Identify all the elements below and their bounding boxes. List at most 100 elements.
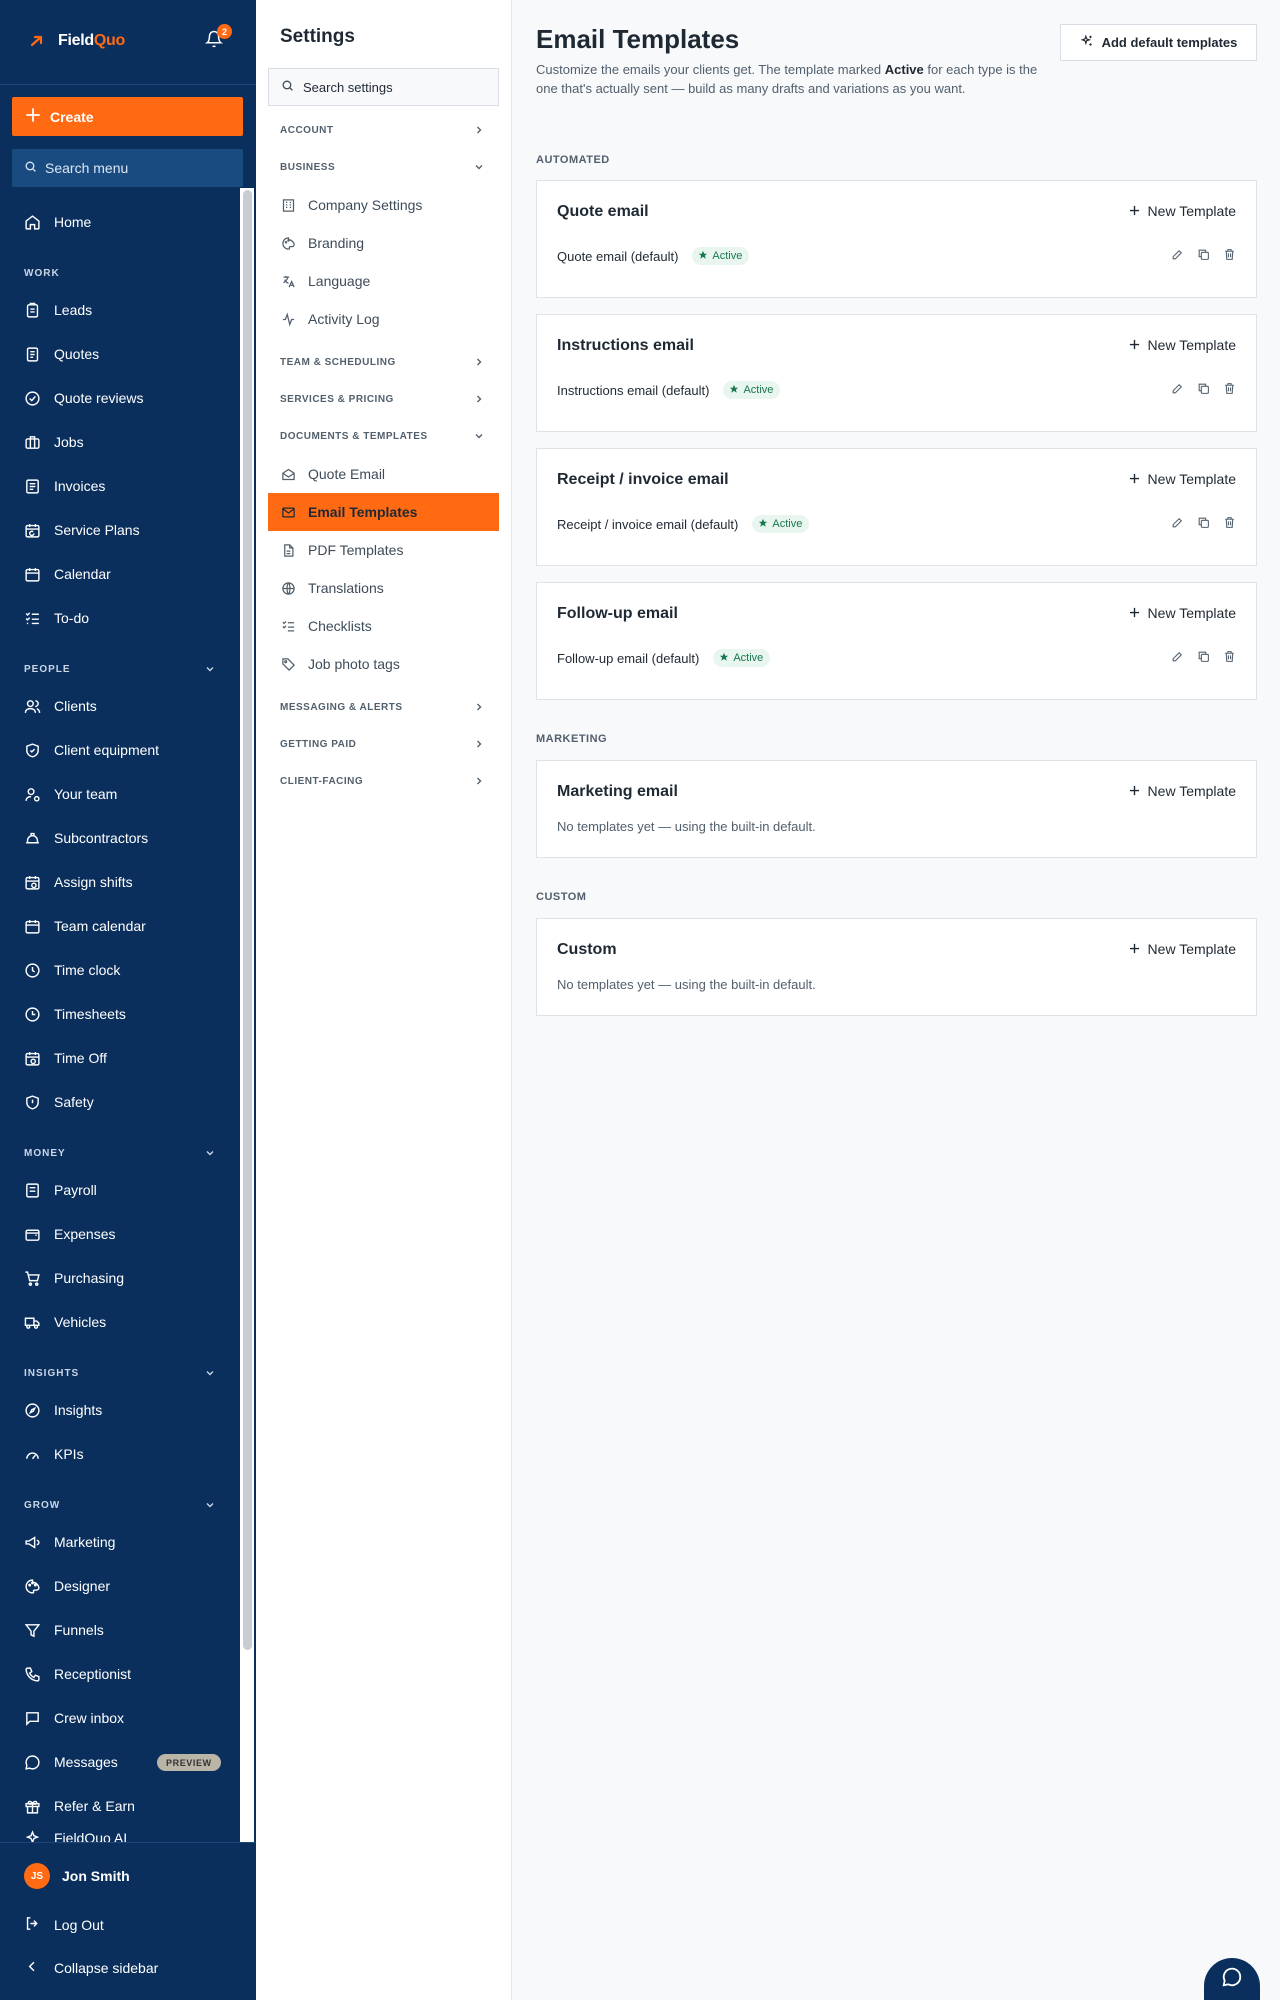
nav-item-time-off[interactable]: Time Off xyxy=(0,1036,240,1080)
nav-item-jobs[interactable]: Jobs xyxy=(0,420,240,464)
nav-item-receptionist[interactable]: Receptionist xyxy=(0,1652,240,1696)
nav-item-subcontractors[interactable]: Subcontractors xyxy=(0,816,240,860)
nav-item-leads[interactable]: Leads xyxy=(0,288,240,332)
nav-section-money[interactable]: MONEY xyxy=(0,1124,240,1168)
template-card-marketing-email: Marketing email New Template No template… xyxy=(536,760,1257,858)
edit-icon[interactable] xyxy=(1170,247,1184,261)
nav-item-funnels[interactable]: Funnels xyxy=(0,1608,240,1652)
new-template-button[interactable]: New Template xyxy=(1129,605,1236,621)
edit-icon[interactable] xyxy=(1170,381,1184,395)
nav-item-safety[interactable]: Safety xyxy=(0,1080,240,1124)
settings-search[interactable] xyxy=(268,68,499,106)
settings-group-getting-paid[interactable]: GETTING PAID xyxy=(268,726,499,763)
brand-logo[interactable]: FieldQuo xyxy=(24,28,125,54)
nav-item-invoices[interactable]: Invoices xyxy=(0,464,240,508)
settings-item-company-settings[interactable]: Company Settings xyxy=(268,186,499,224)
search-menu-input[interactable]: Search menu xyxy=(12,149,243,187)
settings-item-activity-log[interactable]: Activity Log xyxy=(268,300,499,338)
nav-item-home[interactable]: Home xyxy=(0,200,240,244)
trash-icon[interactable] xyxy=(1222,649,1236,663)
nav-item-calendar[interactable]: Calendar xyxy=(0,552,240,596)
nav-item-quotes[interactable]: Quotes xyxy=(0,332,240,376)
nav-section-people[interactable]: PEOPLE xyxy=(0,640,240,684)
nav-section-grow[interactable]: GROW xyxy=(0,1476,240,1520)
template-actions xyxy=(1170,381,1236,395)
settings-item-email-templates[interactable]: Email Templates xyxy=(268,493,499,531)
nav-item-label: Timesheets xyxy=(54,1006,126,1022)
settings-group-client-facing[interactable]: CLIENT-FACING xyxy=(268,763,499,800)
nav-section-insights[interactable]: INSIGHTS xyxy=(0,1344,240,1388)
template-row[interactable]: Quote email (default) Active xyxy=(557,247,750,265)
copy-icon[interactable] xyxy=(1196,649,1210,663)
settings-group-documents-templates[interactable]: DOCUMENTS & TEMPLATES xyxy=(268,418,499,455)
sidebar-scrollbar-thumb[interactable] xyxy=(243,190,252,1650)
collapse-sidebar-button[interactable]: Collapse sidebar xyxy=(24,1958,158,1978)
new-template-button[interactable]: New Template xyxy=(1129,783,1236,799)
nav-item-clients[interactable]: Clients xyxy=(0,684,240,728)
edit-icon[interactable] xyxy=(1170,515,1184,529)
nav-item-timesheets[interactable]: Timesheets xyxy=(0,992,240,1036)
page-title: Email Templates xyxy=(536,24,740,54)
template-actions xyxy=(1170,515,1236,529)
settings-item-pdf-templates[interactable]: PDF Templates xyxy=(268,531,499,569)
trash-icon[interactable] xyxy=(1222,515,1236,529)
new-template-button[interactable]: New Template xyxy=(1129,337,1236,353)
nav-item-service-plans[interactable]: Service Plans xyxy=(0,508,240,552)
settings-group-account[interactable]: ACCOUNT xyxy=(268,112,499,149)
edit-icon[interactable] xyxy=(1170,649,1184,663)
template-row[interactable]: Instructions email (default) Active xyxy=(557,381,781,399)
nav-item-marketing[interactable]: Marketing xyxy=(0,1520,240,1564)
nav-item-label: Subcontractors xyxy=(54,830,149,846)
logout-button[interactable]: Log Out xyxy=(24,1915,104,1935)
nav-item-to-do[interactable]: To-do xyxy=(0,596,240,640)
template-row[interactable]: Follow-up email (default) Active xyxy=(557,649,771,667)
settings-group-team-scheduling[interactable]: TEAM & SCHEDULING xyxy=(268,344,499,381)
settings-group-services-pricing[interactable]: SERVICES & PRICING xyxy=(268,381,499,418)
nav-item-payroll[interactable]: Payroll xyxy=(0,1168,240,1212)
nav-item-purchasing[interactable]: Purchasing xyxy=(0,1256,240,1300)
nav-item-designer[interactable]: Designer xyxy=(0,1564,240,1608)
settings-item-checklists[interactable]: Checklists xyxy=(268,607,499,645)
trash-icon[interactable] xyxy=(1222,381,1236,395)
copy-icon[interactable] xyxy=(1196,515,1210,529)
compass-icon xyxy=(23,1401,41,1419)
nav-item-assign-shifts[interactable]: Assign shifts xyxy=(0,860,240,904)
nav-item-crew-inbox[interactable]: Crew inbox xyxy=(0,1696,240,1740)
new-template-button[interactable]: New Template xyxy=(1129,471,1236,487)
nav-item-refer-earn[interactable]: Refer & Earn xyxy=(0,1784,240,1828)
settings-item-branding[interactable]: Branding xyxy=(268,224,499,262)
new-template-button[interactable]: New Template xyxy=(1129,941,1236,957)
star-icon xyxy=(719,652,729,665)
template-row[interactable]: Receipt / invoice email (default) Active xyxy=(557,515,810,533)
settings-group-business[interactable]: BUSINESS xyxy=(268,149,499,186)
notifications-button[interactable]: 2 xyxy=(202,24,232,54)
create-button[interactable]: Create xyxy=(12,97,243,136)
nav-item-vehicles[interactable]: Vehicles xyxy=(0,1300,240,1344)
nav-item-client-equipment[interactable]: Client equipment xyxy=(0,728,240,772)
settings-item-job-photo-tags[interactable]: Job photo tags xyxy=(268,645,499,683)
nav-item-messages[interactable]: Messages PREVIEW xyxy=(0,1740,240,1784)
nav-item-your-team[interactable]: Your team xyxy=(0,772,240,816)
settings-search-input[interactable] xyxy=(303,79,493,95)
new-template-button[interactable]: New Template xyxy=(1129,203,1236,219)
nav-item-team-calendar[interactable]: Team calendar xyxy=(0,904,240,948)
nav-item-kpis[interactable]: KPIs xyxy=(0,1432,240,1476)
sidebar-footer: JS Jon Smith Log Out Collapse sidebar xyxy=(0,1842,256,2000)
settings-item-quote-email[interactable]: Quote Email xyxy=(268,455,499,493)
nav-item-label: Designer xyxy=(54,1578,111,1594)
nav-item-expenses[interactable]: Expenses xyxy=(0,1212,240,1256)
settings-group-messaging-alerts[interactable]: MESSAGING & ALERTS xyxy=(268,689,499,726)
star-icon xyxy=(698,250,708,263)
nav-item-time-clock[interactable]: Time clock xyxy=(0,948,240,992)
nav-item-insights[interactable]: Insights xyxy=(0,1388,240,1432)
copy-icon[interactable] xyxy=(1196,381,1210,395)
settings-item-language[interactable]: Language xyxy=(268,262,499,300)
sidebar-divider xyxy=(0,84,256,85)
add-default-templates-button[interactable]: Add default templates xyxy=(1060,24,1257,61)
document-icon xyxy=(23,345,41,363)
trash-icon[interactable] xyxy=(1222,247,1236,261)
copy-icon[interactable] xyxy=(1196,247,1210,261)
user-profile[interactable]: JS Jon Smith xyxy=(24,1863,130,1889)
nav-item-quote-reviews[interactable]: Quote reviews xyxy=(0,376,240,420)
settings-item-translations[interactable]: Translations xyxy=(268,569,499,607)
